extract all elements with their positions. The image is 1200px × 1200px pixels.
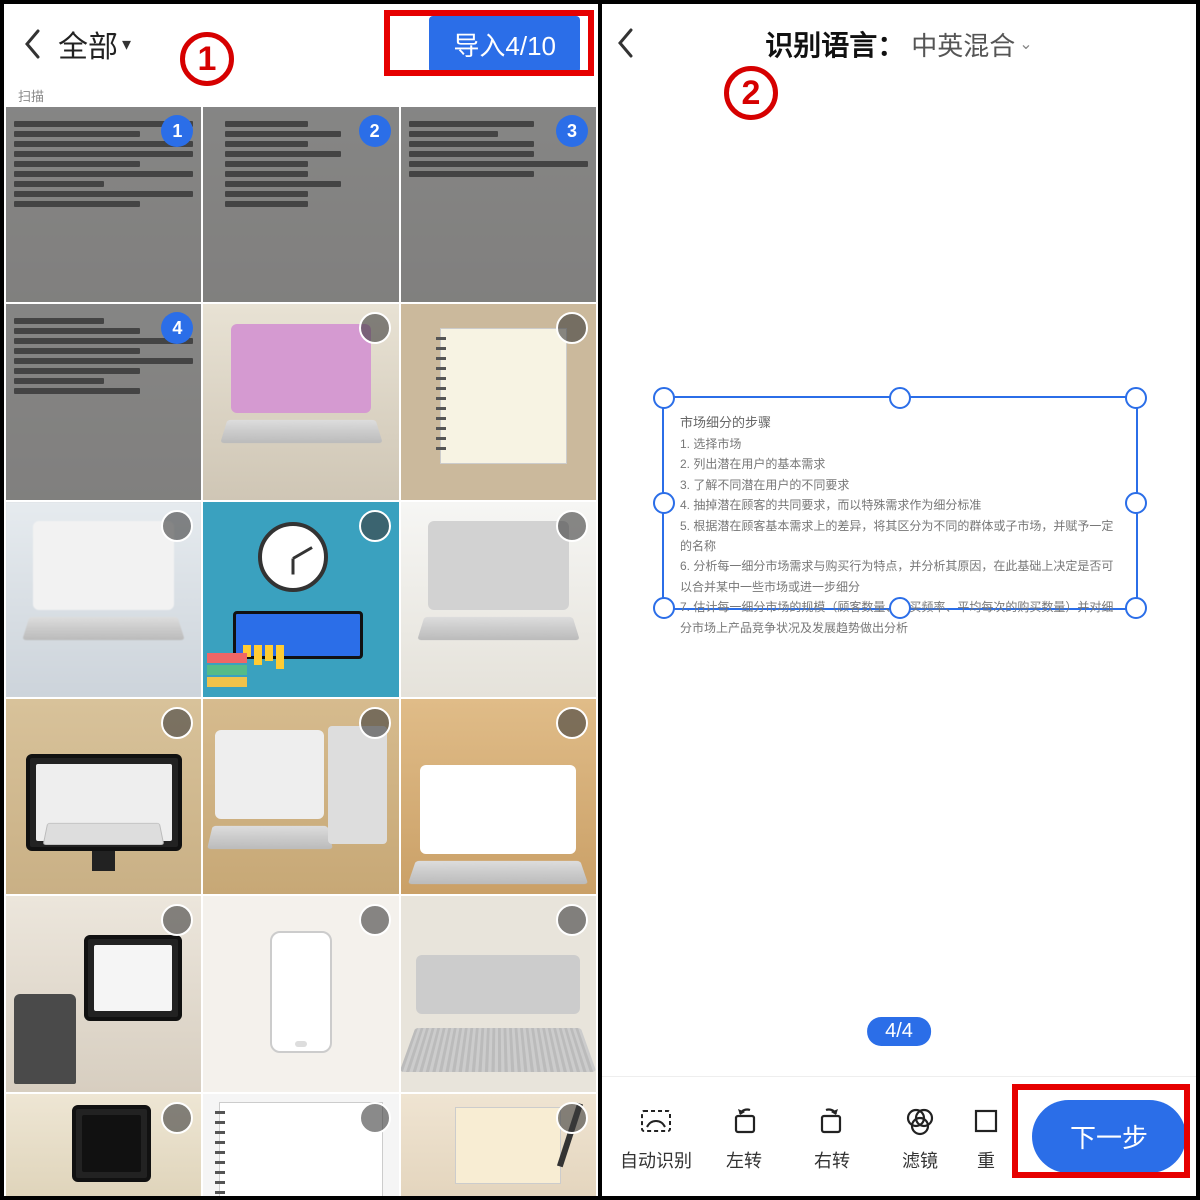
tool-rotate-right[interactable]: 右转 <box>788 1101 876 1173</box>
thumbnail[interactable] <box>401 699 596 894</box>
thumbnail[interactable] <box>6 502 201 697</box>
gallery-topbar: 全部 ▾ 导入4/10 1 <box>4 4 598 84</box>
selection-badge: 2 <box>359 115 391 147</box>
selection-empty-icon <box>161 510 193 542</box>
crop-handle-tl[interactable] <box>653 387 675 409</box>
filter-icon <box>900 1101 940 1141</box>
thumbnail[interactable] <box>203 502 398 697</box>
selection-badge: 1 <box>161 115 193 147</box>
lang-selector[interactable]: 中英混合 ⌄ <box>911 26 1032 63</box>
selection-badge: 3 <box>556 115 588 147</box>
selection-empty-icon <box>556 707 588 739</box>
section-label: 扫描 <box>4 84 598 107</box>
thumbnail[interactable] <box>401 502 596 697</box>
selection-empty-icon <box>359 312 391 344</box>
album-title-text: 全部 <box>58 22 118 66</box>
thumbnail[interactable] <box>6 896 201 1091</box>
tool-auto-detect[interactable]: 自动识别 <box>612 1101 700 1173</box>
thumbnail[interactable] <box>203 896 398 1091</box>
ocr-screen: 识别语言： 中英混合 ⌄ 2 市场细分的步骤 1. 选择市场 2. 列出潜在用户… <box>602 4 1196 1196</box>
thumbnail[interactable] <box>203 699 398 894</box>
ocr-topbar: 识别语言： 中英混合 ⌄ <box>602 4 1196 84</box>
thumbnail[interactable]: 3 <box>401 107 596 302</box>
tool-label: 右转 <box>814 1147 850 1173</box>
lang-value: 中英混合 <box>911 26 1015 63</box>
selection-empty-icon <box>556 510 588 542</box>
crop-handle-bl[interactable] <box>653 597 675 619</box>
thumbnail[interactable]: 2 <box>203 107 398 302</box>
thumbnail[interactable] <box>401 1094 596 1196</box>
thumbnail[interactable] <box>401 896 596 1091</box>
crop-rectangle[interactable]: 市场细分的步骤 1. 选择市场 2. 列出潜在用户的基本需求 3. 了解不同潜在… <box>662 396 1138 610</box>
tool-filter[interactable]: 滤镜 <box>876 1101 964 1173</box>
caret-down-icon: ▾ <box>122 34 131 55</box>
selection-empty-icon <box>359 904 391 936</box>
bottom-toolbar: 自动识别 左转 右转 滤镜 重 下一步 <box>602 1076 1196 1196</box>
thumbnail[interactable]: 1 <box>6 107 201 302</box>
selection-badge: 4 <box>161 312 193 344</box>
selection-empty-icon <box>359 510 391 542</box>
tool-rotate-left[interactable]: 左转 <box>700 1101 788 1173</box>
annotation-step-1: 1 <box>180 32 234 86</box>
crop-handle-br[interactable] <box>1125 597 1147 619</box>
photo-grid: 1 2 3 4 <box>4 107 598 1196</box>
thumbnail[interactable] <box>6 699 201 894</box>
back-icon[interactable] <box>616 28 636 58</box>
thumbnail[interactable] <box>203 304 398 499</box>
selection-empty-icon <box>359 707 391 739</box>
tool-label: 左转 <box>726 1147 762 1173</box>
page-indicator: 4/4 <box>867 1017 931 1046</box>
thumbnail[interactable]: 4 <box>6 304 201 499</box>
thumbnail[interactable] <box>6 1094 201 1196</box>
album-selector[interactable]: 全部 ▾ <box>58 22 131 66</box>
crop-handle-mr[interactable] <box>1125 492 1147 514</box>
selection-empty-icon <box>556 1102 588 1134</box>
selection-empty-icon <box>161 1102 193 1134</box>
caret-down-icon: ⌄ <box>1019 34 1032 54</box>
thumbnail[interactable] <box>401 304 596 499</box>
lang-label: 识别语言： <box>765 24 905 64</box>
tool-crop[interactable]: 重 <box>964 1101 1008 1173</box>
auto-detect-icon <box>636 1101 676 1141</box>
back-icon[interactable] <box>16 27 50 61</box>
tool-label: 重 <box>977 1147 995 1173</box>
crop-icon <box>966 1101 1006 1141</box>
thumbnail[interactable] <box>203 1094 398 1196</box>
next-button[interactable]: 下一步 <box>1032 1100 1186 1173</box>
crop-handle-bm[interactable] <box>889 597 911 619</box>
selection-empty-icon <box>359 1102 391 1134</box>
tool-label: 自动识别 <box>620 1147 692 1173</box>
gallery-screen: 全部 ▾ 导入4/10 1 扫描 1 2 3 <box>4 4 598 1196</box>
tool-label: 滤镜 <box>902 1147 938 1173</box>
rotate-right-icon <box>812 1101 852 1141</box>
rotate-left-icon <box>724 1101 764 1141</box>
crop-handle-ml[interactable] <box>653 492 675 514</box>
annotation-step-2: 2 <box>724 66 778 120</box>
import-button[interactable]: 导入4/10 <box>429 16 580 73</box>
crop-handle-tr[interactable] <box>1125 387 1147 409</box>
crop-handle-tm[interactable] <box>889 387 911 409</box>
